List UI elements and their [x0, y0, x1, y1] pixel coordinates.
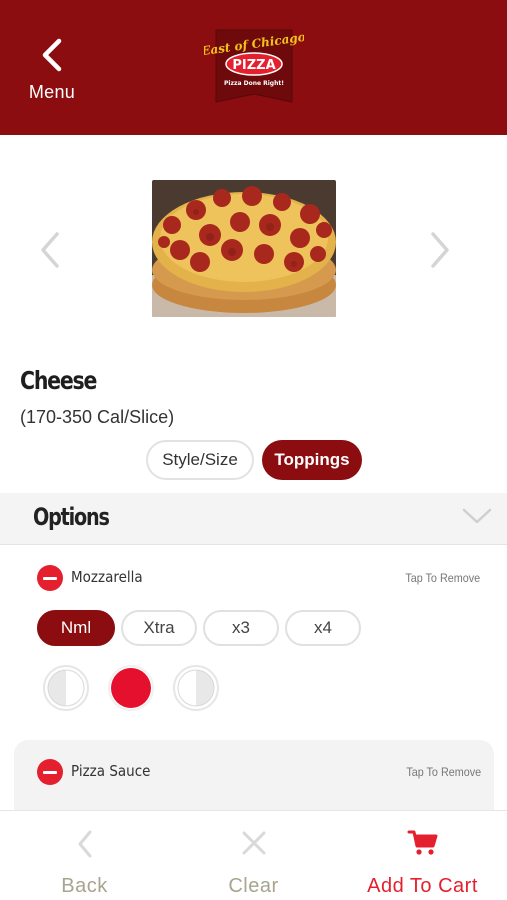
app-header: Menu East of Chicago PIZZA Pizza Done Ri…	[0, 0, 507, 135]
cart-icon	[407, 830, 437, 855]
topping-row-mozzarella: Mozzarella Tap To Remove Nml Xtra x3 x4	[0, 548, 507, 738]
topping-name: Pizza Sauce	[71, 762, 151, 780]
tab-style-size[interactable]: Style/Size	[146, 440, 254, 480]
customize-tabs: Style/Size Toppings	[146, 440, 362, 480]
clear-label: Clear	[228, 875, 279, 897]
amount-option[interactable]: x3	[203, 610, 279, 646]
whole-coverage-icon[interactable]	[107, 664, 155, 712]
tap-to-remove-link[interactable]: Tap To Remove	[405, 571, 480, 585]
menu-button[interactable]: Menu	[22, 38, 82, 108]
amount-option[interactable]: x4	[285, 610, 361, 646]
add-to-cart-button[interactable]: Add To Cart	[338, 811, 507, 900]
remove-icon[interactable]	[37, 565, 63, 591]
close-icon	[242, 831, 265, 855]
options-section-header[interactable]: Options	[0, 493, 507, 545]
amount-option[interactable]: Xtra	[121, 610, 197, 646]
item-image-carousel	[0, 135, 507, 360]
amount-option[interactable]: Nml	[37, 610, 115, 646]
bottom-action-bar: Back Clear Add To Cart	[0, 810, 507, 900]
back-button[interactable]: Back	[0, 811, 169, 900]
topping-name: Mozzarella	[71, 568, 143, 586]
amount-selector: Nml Xtra x3 x4	[37, 610, 361, 646]
options-title: Options	[33, 503, 110, 531]
back-chevron-icon	[78, 830, 91, 858]
back-label: Back	[61, 875, 108, 897]
item-calories: (170-350 Cal/Slice)	[20, 407, 175, 427]
chevron-down-icon[interactable]	[462, 507, 492, 525]
menu-label: Menu	[28, 82, 76, 102]
next-chevron-icon[interactable]	[425, 230, 455, 270]
pizza-photo	[152, 180, 336, 317]
svg-text:Pizza Done Right!: Pizza Done Right!	[224, 80, 284, 87]
svg-text:PIZZA: PIZZA	[232, 58, 275, 73]
tap-to-remove-link[interactable]: Tap To Remove	[406, 765, 481, 779]
tab-toppings[interactable]: Toppings	[262, 440, 362, 480]
left-half-coverage-icon[interactable]	[42, 664, 90, 712]
back-chevron-icon	[42, 38, 62, 72]
east-of-chicago-logo: East of Chicago PIZZA Pizza Done Right!	[204, 29, 304, 103]
clear-button[interactable]: Clear	[169, 811, 338, 900]
topping-row-pizza-sauce: Pizza Sauce Tap To Remove	[14, 740, 494, 820]
item-name: Cheese	[20, 366, 97, 395]
add-to-cart-label: Add To Cart	[367, 875, 478, 897]
remove-icon[interactable]	[37, 759, 63, 785]
previous-chevron-icon[interactable]	[35, 230, 65, 270]
right-half-coverage-icon[interactable]	[172, 664, 220, 712]
